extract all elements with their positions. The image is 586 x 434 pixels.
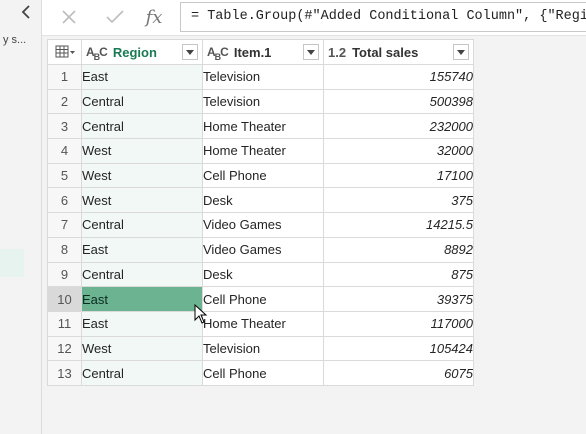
insert-function-button[interactable]: fx (141, 4, 167, 30)
row-number-cell[interactable]: 12 (47, 335, 82, 362)
table-corner[interactable] (47, 39, 82, 65)
item-cell[interactable]: Cell Phone (202, 162, 324, 189)
total-sales-cell[interactable]: 105424 (323, 335, 474, 362)
region-cell[interactable]: East (81, 286, 203, 312)
region-cell[interactable]: East (81, 236, 203, 263)
region-cell[interactable]: West (81, 138, 203, 164)
column-name: Item.1 (233, 44, 272, 60)
filter-dropdown-button[interactable] (182, 44, 198, 60)
total-sales-cell[interactable]: 32000 (323, 138, 474, 164)
table-row[interactable]: 10 East Cell Phone 39375 (47, 286, 474, 312)
item-cell[interactable]: Cell Phone (202, 286, 324, 312)
item-cell[interactable]: Video Games (202, 212, 324, 238)
row-number-cell[interactable]: 3 (47, 113, 82, 140)
region-cell[interactable]: West (81, 162, 203, 189)
total-sales-cell[interactable]: 14215.5 (323, 212, 474, 238)
item-cell[interactable]: Television (202, 64, 324, 90)
table-row[interactable]: 5 West Cell Phone 17100 (47, 162, 474, 189)
formula-bar: fx = Table.Group(#"Added Conditional Col… (42, 0, 586, 36)
table-row[interactable]: 13 Central Cell Phone 6075 (47, 360, 474, 386)
total-sales-cell[interactable]: 155740 (323, 64, 474, 90)
table-menu-icon (55, 45, 75, 58)
selected-query-indicator (0, 249, 24, 277)
item-cell[interactable]: Television (202, 335, 324, 362)
total-sales-cell[interactable]: 875 (323, 261, 474, 288)
filter-dropdown-button[interactable] (303, 44, 319, 60)
item-cell[interactable]: Home Theater (202, 113, 324, 140)
formula-input[interactable]: = Table.Group(#"Added Conditional Column… (180, 2, 586, 32)
row-number-cell[interactable]: 13 (47, 360, 82, 386)
table-row[interactable]: 4 West Home Theater 32000 (47, 138, 474, 164)
cancel-formula-button[interactable] (56, 4, 82, 30)
table-row[interactable]: 7 Central Video Games 14215.5 (47, 212, 474, 238)
total-sales-cell[interactable]: 39375 (323, 286, 474, 312)
table-row[interactable]: 11 East Home Theater 117000 (47, 310, 474, 337)
total-sales-cell[interactable]: 8892 (323, 236, 474, 263)
table-header-row: ABC Region ABC Item.1 1.2 Total sales (47, 39, 474, 65)
item-cell[interactable]: Video Games (202, 236, 324, 263)
total-sales-cell[interactable]: 6075 (323, 360, 474, 386)
filter-dropdown-button[interactable] (453, 44, 469, 60)
column-header-item[interactable]: ABC Item.1 (202, 39, 324, 65)
row-number-cell[interactable]: 8 (47, 236, 82, 263)
table-row[interactable]: 12 West Television 105424 (47, 335, 474, 362)
query-list-item[interactable]: y s... (0, 30, 41, 50)
total-sales-cell[interactable]: 375 (323, 187, 474, 214)
chevron-down-icon (457, 49, 465, 55)
item-cell[interactable]: Desk (202, 187, 324, 214)
row-number-cell[interactable]: 1 (47, 64, 82, 90)
item-cell[interactable]: Cell Phone (202, 360, 324, 386)
item-cell[interactable]: Home Theater (202, 138, 324, 164)
row-number-cell[interactable]: 6 (47, 187, 82, 214)
table-row[interactable]: 6 West Desk 375 (47, 187, 474, 214)
item-cell[interactable]: Television (202, 88, 324, 115)
row-number-cell[interactable]: 10 (47, 286, 82, 312)
region-cell[interactable]: Central (81, 88, 203, 115)
region-cell[interactable]: Central (81, 212, 203, 238)
text-type-icon[interactable]: ABC (207, 45, 229, 62)
region-cell[interactable]: Central (81, 113, 203, 140)
row-number-cell[interactable]: 9 (47, 261, 82, 288)
commit-formula-button[interactable] (102, 4, 128, 30)
queries-pane: y s... (0, 0, 42, 434)
total-sales-cell[interactable]: 17100 (323, 162, 474, 189)
chevron-down-icon (186, 49, 194, 55)
item-cell[interactable]: Home Theater (202, 310, 324, 337)
total-sales-cell[interactable]: 500398 (323, 88, 474, 115)
row-number-cell[interactable]: 2 (47, 88, 82, 115)
collapse-pane-button[interactable] (16, 2, 36, 22)
region-cell[interactable]: Central (81, 261, 203, 288)
data-preview-area: ABC Region ABC Item.1 1.2 Total sales 1 … (42, 36, 586, 434)
region-cell[interactable]: West (81, 187, 203, 214)
row-number-cell[interactable]: 11 (47, 310, 82, 337)
close-icon (62, 10, 76, 24)
table-row[interactable]: 1 East Television 155740 (47, 64, 474, 90)
checkmark-icon (106, 10, 124, 24)
item-cell[interactable]: Desk (202, 261, 324, 288)
row-number-cell[interactable]: 5 (47, 162, 82, 189)
chevron-down-icon (307, 49, 315, 55)
decimal-type-icon[interactable]: 1.2 (328, 45, 346, 60)
column-header-total-sales[interactable]: 1.2 Total sales (323, 39, 474, 65)
column-name: Region (112, 44, 157, 60)
column-name: Total sales (352, 44, 419, 60)
region-cell[interactable]: East (81, 310, 203, 337)
row-number-cell[interactable]: 4 (47, 138, 82, 164)
column-header-region[interactable]: ABC Region (81, 39, 203, 65)
region-cell[interactable]: East (81, 64, 203, 90)
data-table: ABC Region ABC Item.1 1.2 Total sales 1 … (47, 39, 474, 386)
table-row[interactable]: 8 East Video Games 8892 (47, 236, 474, 263)
table-row[interactable]: 3 Central Home Theater 232000 (47, 113, 474, 140)
region-cell[interactable]: Central (81, 360, 203, 386)
table-row[interactable]: 9 Central Desk 875 (47, 261, 474, 288)
mouse-pointer-icon (194, 304, 208, 324)
chevron-left-icon (21, 5, 30, 19)
text-type-icon[interactable]: ABC (86, 45, 108, 62)
row-number-cell[interactable]: 7 (47, 212, 82, 238)
table-row[interactable]: 2 Central Television 500398 (47, 88, 474, 115)
total-sales-cell[interactable]: 232000 (323, 113, 474, 140)
region-cell[interactable]: West (81, 335, 203, 362)
total-sales-cell[interactable]: 117000 (323, 310, 474, 337)
